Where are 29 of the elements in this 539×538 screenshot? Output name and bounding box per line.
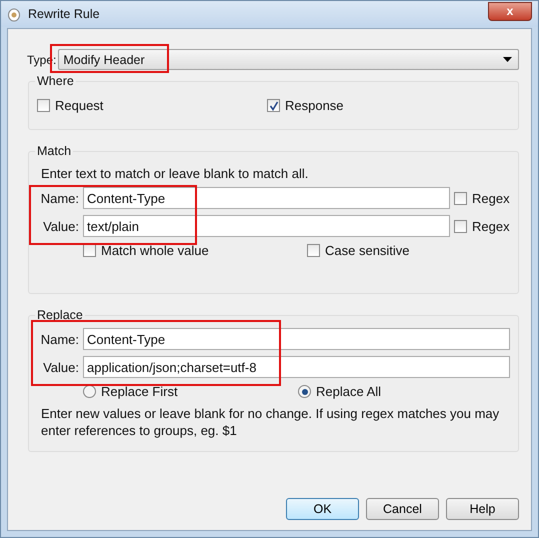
dialog-button[interactable]: Cancel (366, 498, 439, 520)
field-label: Name: (40, 332, 79, 346)
type-dropdown[interactable]: Modify Header (58, 49, 519, 70)
group-title: Match (36, 144, 72, 158)
app-icon (7, 6, 21, 22)
group-title: Where (36, 74, 75, 88)
field-label: Value: (42, 360, 79, 374)
checkbox[interactable]: Regex (454, 190, 510, 206)
field-label: Value: (42, 218, 79, 234)
group-title: Replace (36, 308, 84, 322)
text-field[interactable]: text/plain (83, 215, 450, 237)
instruction-text: Enter text to match or leave blank to match all. (41, 166, 310, 181)
instruction-text: Enter new values or leave blank for no change. If using regex matches you may enter references to groups, eg. $1 (41, 405, 500, 439)
text-field[interactable]: Content-Type (83, 187, 450, 209)
text-field[interactable]: application/json;charset=utf-8 (83, 356, 510, 378)
radio-button[interactable]: Replace All (298, 384, 382, 399)
dialog-button[interactable]: OK (286, 498, 359, 520)
checkbox[interactable]: Match whole value (83, 243, 209, 258)
caret-icon (503, 57, 512, 62)
text-field[interactable]: Content-Type (83, 328, 510, 350)
dialog-button[interactable]: Help (446, 498, 519, 520)
checkbox[interactable]: Regex (454, 218, 510, 234)
checkbox[interactable]: Response (267, 98, 344, 113)
checkbox[interactable]: Request (37, 98, 104, 113)
field-label: Name: (40, 190, 79, 206)
check-icon (268, 100, 278, 110)
radio-button[interactable]: Replace First (83, 384, 178, 399)
window-title: Rewrite Rule (28, 7, 101, 21)
checkbox[interactable]: Case sensitive (307, 243, 410, 258)
